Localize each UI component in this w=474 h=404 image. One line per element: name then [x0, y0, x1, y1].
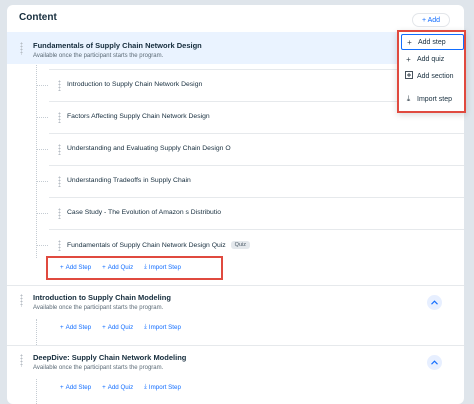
download-icon: ⤓	[144, 323, 147, 330]
step-title: Understanding Tradeoffs in Supply Chain	[67, 177, 191, 184]
drag-handle-icon[interactable]	[58, 208, 61, 219]
import-step-label: Import Step	[148, 383, 181, 391]
tree-line	[36, 319, 37, 345]
import-step-label: Import Step	[148, 323, 181, 331]
step-actions: + Add Step + Add Quiz ⤓ Import Step	[60, 323, 181, 331]
add-button[interactable]: + Add	[412, 13, 450, 27]
section-header-2[interactable]: Introduction to Supply Chain Modeling Av…	[7, 285, 464, 319]
add-step-label: Add Step	[65, 323, 92, 331]
step-actions: + Add Step + Add Quiz ⤓ Import Step	[60, 263, 181, 271]
section-header-3[interactable]: DeepDive: Supply Chain Network Modeling …	[7, 345, 464, 379]
plus-icon: +	[60, 323, 64, 331]
add-step-link[interactable]: + Add Step	[60, 323, 91, 331]
drag-handle-icon[interactable]	[58, 240, 61, 251]
add-quiz-link[interactable]: + Add Quiz	[102, 263, 133, 271]
section-title: Fundamentals of Supply Chain Network Des…	[33, 41, 202, 50]
plus-icon: +	[407, 37, 412, 47]
menu-item-add-section[interactable]: Add section	[401, 68, 464, 84]
tree-branch	[36, 245, 48, 246]
step-title: Introduction to Supply Chain Network Des…	[67, 81, 203, 88]
step-row[interactable]: Understanding Tradeoffs in Supply Chain	[49, 165, 464, 197]
quiz-badge: Quiz	[230, 241, 250, 249]
section-subtitle: Available once the participant starts th…	[33, 305, 164, 311]
plus-icon: +	[102, 383, 106, 391]
menu-item-label: Add quiz	[417, 55, 445, 63]
add-dropdown-menu: + Add step + Add quiz Add section ⤓ Impo…	[397, 30, 466, 113]
drag-handle-icon[interactable]	[58, 144, 61, 155]
download-icon: ⤓	[406, 94, 411, 103]
download-icon: ⤓	[144, 383, 147, 390]
plus-icon: +	[406, 54, 411, 64]
import-step-link[interactable]: ⤓ Import Step	[144, 263, 181, 271]
tree-line	[36, 65, 37, 258]
drag-handle-icon[interactable]	[58, 80, 61, 91]
step-actions: + Add Step + Add Quiz ⤓ Import Step	[60, 383, 181, 391]
drag-handle-icon[interactable]	[20, 42, 23, 55]
step-row[interactable]: Understanding and Evaluating Supply Chai…	[49, 133, 464, 165]
plus-icon: +	[102, 263, 106, 271]
plus-icon: +	[102, 323, 106, 331]
tree-branch	[36, 181, 48, 182]
chevron-up-icon[interactable]	[427, 355, 442, 370]
add-step-link[interactable]: + Add Step	[60, 263, 91, 271]
add-step-label: Add Step	[65, 263, 92, 271]
add-step-link[interactable]: + Add Step	[60, 383, 91, 391]
quiz-title: Fundamentals of Supply Chain Network Des…	[67, 241, 226, 249]
menu-item-add-step[interactable]: + Add step	[401, 34, 464, 50]
tree-branch	[36, 85, 48, 86]
plus-icon: +	[60, 263, 64, 271]
section-title: Introduction to Supply Chain Modeling	[33, 293, 171, 302]
drag-handle-icon[interactable]	[20, 294, 23, 307]
download-icon: ⤓	[144, 263, 147, 270]
section-icon	[404, 71, 413, 81]
tree-line	[36, 379, 37, 404]
drag-handle-icon[interactable]	[58, 112, 61, 123]
add-quiz-link[interactable]: + Add Quiz	[102, 383, 133, 391]
page-title: Content	[19, 12, 57, 23]
menu-item-add-quiz[interactable]: + Add quiz	[401, 51, 464, 67]
menu-item-label: Add section	[417, 72, 454, 80]
chevron-up-icon[interactable]	[427, 295, 442, 310]
add-quiz-link[interactable]: + Add Quiz	[102, 323, 133, 331]
step-title: Understanding and Evaluating Supply Chai…	[67, 145, 231, 152]
menu-item-import-step[interactable]: ⤓ Import step	[401, 91, 464, 107]
content-panel: Content + Add Fundamentals of Supply Cha…	[7, 5, 464, 404]
import-step-link[interactable]: ⤓ Import Step	[144, 383, 181, 391]
section-header-1[interactable]: Fundamentals of Supply Chain Network Des…	[7, 32, 464, 64]
section-subtitle: Available once the participant starts th…	[33, 53, 164, 59]
tree-branch	[36, 117, 48, 118]
tree-branch	[36, 213, 48, 214]
step-title: Factors Affecting Supply Chain Network D…	[67, 113, 210, 120]
step-row[interactable]: Case Study - The Evolution of Amazon s D…	[49, 197, 464, 229]
section-title: DeepDive: Supply Chain Network Modeling	[33, 353, 187, 362]
menu-item-label: Add step	[418, 38, 446, 46]
add-quiz-label: Add Quiz	[107, 323, 134, 331]
add-quiz-label: Add Quiz	[107, 263, 134, 271]
drag-handle-icon[interactable]	[20, 354, 23, 367]
add-quiz-label: Add Quiz	[107, 383, 134, 391]
tree-branch	[36, 149, 48, 150]
step-title: Case Study - The Evolution of Amazon s D…	[67, 209, 222, 216]
import-step-link[interactable]: ⤓ Import Step	[144, 323, 181, 331]
plus-icon: +	[60, 383, 64, 391]
drag-handle-icon[interactable]	[58, 176, 61, 187]
step-title: Fundamentals of Supply Chain Network Des…	[67, 241, 250, 249]
import-step-label: Import Step	[148, 263, 181, 271]
section-subtitle: Available once the participant starts th…	[33, 365, 164, 371]
menu-item-label: Import step	[417, 95, 453, 103]
add-step-label: Add Step	[65, 383, 92, 391]
